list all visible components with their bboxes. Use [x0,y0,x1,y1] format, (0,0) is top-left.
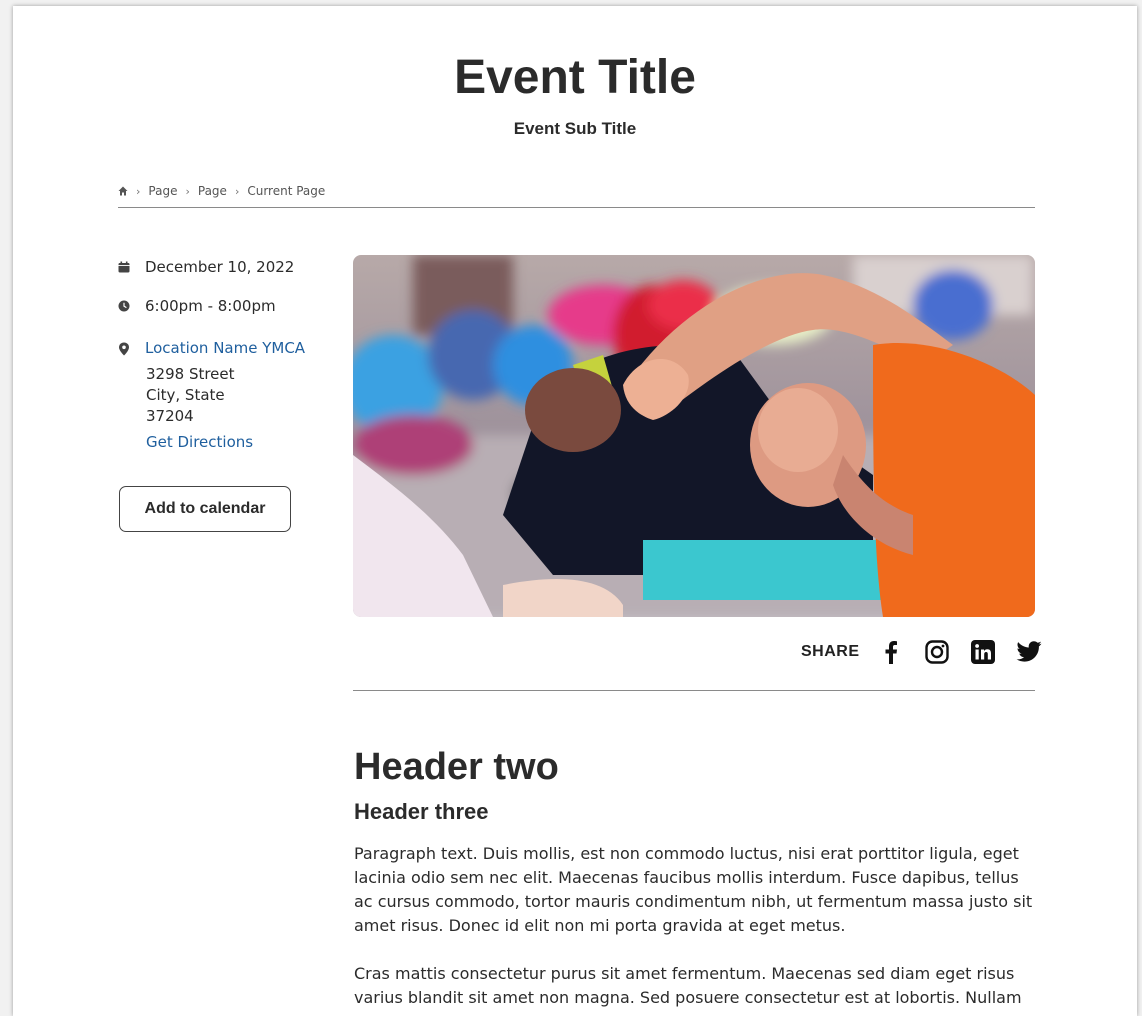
instagram-icon[interactable] [924,639,950,665]
share-bar: SHARE [801,639,1042,665]
event-time: 6:00pm - 8:00pm [118,297,276,315]
breadcrumb-current: Current Page [247,184,326,198]
date-text: December 10, 2022 [145,258,295,276]
breadcrumb-item[interactable]: Page [198,184,227,198]
address-line: 3298 Street [146,365,235,383]
event-location: Location Name YMCA [118,339,305,357]
divider [353,690,1035,691]
location-name-link[interactable]: Location Name YMCA [145,339,305,357]
get-directions-link[interactable]: Get Directions [146,433,253,451]
calendar-icon [118,261,130,273]
address-line: City, State [146,386,225,404]
clock-icon [118,300,130,312]
add-to-calendar-button[interactable]: Add to calendar [119,486,291,532]
home-icon[interactable] [118,186,128,196]
header-three: Header three [354,799,489,824]
breadcrumb-item[interactable]: Page [148,184,177,198]
paragraph: Cras mattis consectetur purus sit amet f… [354,964,1022,1007]
event-date: December 10, 2022 [118,258,294,276]
event-subtitle: Event Sub Title [513,119,637,138]
share-label: SHARE [801,643,860,660]
breadcrumb-separator: › [234,184,240,198]
event-title: Event Title [454,51,696,104]
page: Event Title Event Sub Title › Page › Pag… [13,6,1137,1016]
linkedin-icon[interactable] [970,639,996,665]
map-pin-icon [118,342,130,356]
breadcrumb: › Page › Page › Current Page [118,184,325,198]
divider [118,207,1035,208]
time-text: 6:00pm - 8:00pm [145,297,276,315]
address-line: 37204 [146,407,194,425]
breadcrumb-separator: › [185,184,190,198]
paragraph: Paragraph text. Duis mollis, est non com… [354,844,1033,935]
facebook-icon[interactable] [878,639,904,665]
event-image [353,255,1035,617]
breadcrumb-separator: › [136,184,141,198]
twitter-icon[interactable] [1016,639,1042,665]
header-two: Header two [354,746,559,788]
address: 3298 Street City, State 37204 [146,364,235,427]
